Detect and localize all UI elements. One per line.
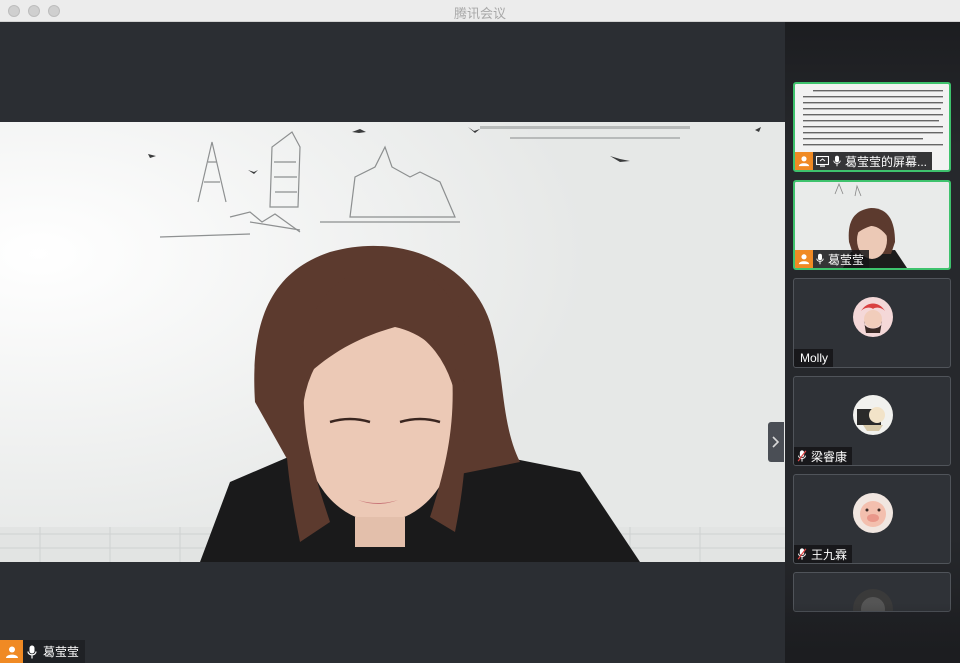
participant-tile-video[interactable]: 葛莹莹 bbox=[793, 180, 951, 270]
host-user-icon bbox=[795, 152, 813, 170]
participant-name: 葛莹莹的屏幕... bbox=[845, 154, 928, 169]
tile-name-pill: 王九霖 bbox=[794, 545, 853, 563]
collapse-sidebar-toggle[interactable] bbox=[768, 422, 784, 462]
avatar bbox=[853, 297, 893, 337]
tile-label-bar: 王九霖 bbox=[794, 545, 853, 563]
host-user-icon bbox=[795, 250, 813, 268]
tile-name-pill: 葛莹莹 bbox=[813, 250, 870, 268]
chevron-right-icon bbox=[772, 436, 780, 448]
tile-label-bar: 葛莹莹的屏幕... bbox=[795, 152, 933, 170]
tile-name-pill: 梁睿康 bbox=[794, 447, 853, 465]
mic-muted-icon bbox=[797, 450, 807, 462]
window-title: 腾讯会议 bbox=[453, 6, 506, 21]
participant-name: 葛莹莹 bbox=[828, 252, 865, 267]
tile-name-pill: Molly bbox=[794, 349, 834, 367]
participant-tile-molly[interactable]: Molly bbox=[793, 278, 951, 368]
main-video-area: 葛莹莹 bbox=[0, 22, 785, 663]
participant-name: Molly bbox=[800, 351, 829, 365]
sidebar-scroll-fade bbox=[785, 603, 960, 663]
participant-sidebar: 葛莹莹的屏幕... 葛莹莹 Molly 梁睿康 王九霖 bbox=[785, 22, 960, 663]
main-video-feed[interactable] bbox=[0, 122, 785, 562]
main-participant-name: 葛莹莹 bbox=[43, 645, 80, 659]
main-video-name-bar: 葛莹莹 bbox=[0, 640, 86, 663]
tile-label-bar: 梁睿康 bbox=[794, 447, 853, 465]
mic-on-icon bbox=[816, 253, 824, 265]
screen-share-icon bbox=[816, 155, 829, 167]
participant-name: 梁睿康 bbox=[811, 449, 848, 464]
tile-name-pill: 葛莹莹的屏幕... bbox=[813, 152, 933, 170]
tile-label-bar: Molly bbox=[794, 349, 834, 367]
main-participant-label: 葛莹莹 bbox=[23, 640, 86, 663]
window-titlebar: 腾讯会议 bbox=[0, 0, 960, 22]
participant-name: 王九霖 bbox=[811, 547, 848, 562]
mic-muted-icon bbox=[797, 548, 807, 560]
tile-label-bar: 葛莹莹 bbox=[795, 250, 870, 268]
mic-on-icon bbox=[833, 155, 841, 167]
mic-on-icon bbox=[27, 645, 37, 658]
participant-tile-liang[interactable]: 梁睿康 bbox=[793, 376, 951, 466]
avatar bbox=[853, 493, 893, 533]
participant-video-person bbox=[200, 245, 640, 562]
participant-tile-screen-share[interactable]: 葛莹莹的屏幕... bbox=[793, 82, 951, 172]
host-user-icon bbox=[0, 640, 23, 663]
avatar bbox=[853, 395, 893, 435]
participant-tile-wang[interactable]: 王九霖 bbox=[793, 474, 951, 564]
